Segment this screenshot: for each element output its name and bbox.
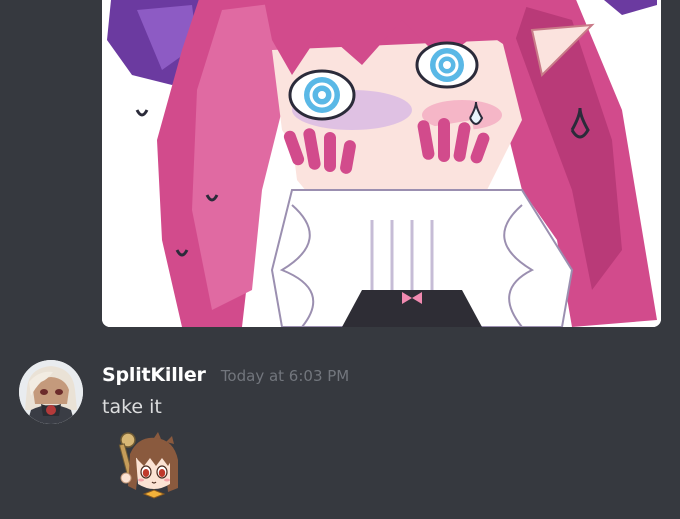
chibi-emoji-image	[118, 432, 178, 499]
message-group: SplitKiller Today at 6:03 PM take it	[0, 350, 680, 519]
user-avatar[interactable]	[19, 360, 83, 424]
avatar-image	[19, 360, 83, 424]
chat-messages: SplitKiller Today at 6:03 PM take it	[0, 0, 680, 519]
custom-emoji-sticker[interactable]	[108, 432, 180, 506]
image-attachment[interactable]	[102, 0, 661, 327]
anime-girl-image	[102, 0, 661, 327]
username[interactable]: SplitKiller	[102, 364, 206, 386]
timestamp[interactable]: Today at 6:03 PM	[221, 367, 349, 385]
message-header: SplitKiller Today at 6:03 PM	[102, 364, 349, 386]
message-content: take it	[102, 396, 162, 418]
